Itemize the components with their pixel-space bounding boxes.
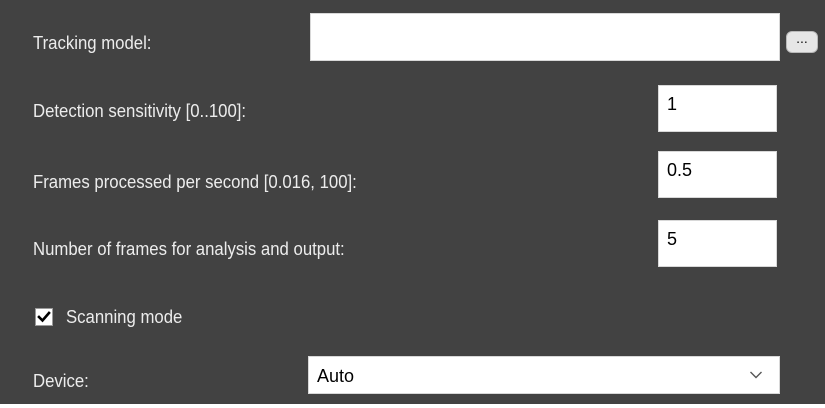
settings-panel: Tracking model: ... Detection sensitivit… (0, 0, 825, 408)
browse-button[interactable]: ... (786, 31, 818, 53)
device-select[interactable]: Auto (308, 356, 780, 394)
tracking-model-input[interactable] (310, 13, 780, 61)
scanning-mode-checkbox[interactable] (35, 308, 53, 326)
chevron-down-icon (750, 371, 762, 379)
detection-sensitivity-label: Detection sensitivity [0..100]: (33, 101, 247, 121)
frames-per-second-input[interactable]: 0.5 (658, 151, 777, 198)
frames-for-analysis-label: Number of frames for analysis and output… (33, 239, 345, 259)
scanning-mode-label: Scanning mode (66, 307, 183, 327)
check-icon (37, 311, 51, 323)
device-label: Device: (33, 371, 89, 391)
device-selected-value: Auto (317, 366, 355, 386)
detection-sensitivity-input[interactable]: 1 (658, 85, 777, 132)
frames-for-analysis-input[interactable]: 5 (658, 220, 777, 267)
tracking-model-label: Tracking model: (33, 33, 152, 53)
frames-per-second-label: Frames processed per second [0.016, 100]… (33, 172, 357, 192)
